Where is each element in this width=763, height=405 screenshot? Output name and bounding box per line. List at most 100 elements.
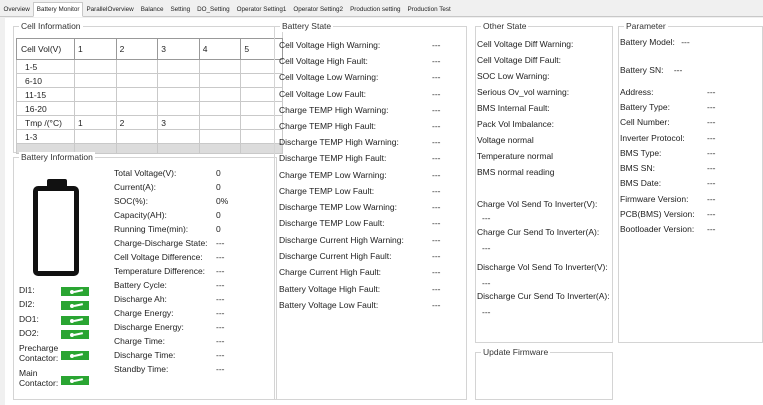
battery-state-row: Discharge Current High Warning: ---	[279, 235, 441, 245]
tab-paralleloverview[interactable]: ParallelOverview	[83, 3, 137, 16]
other-state-title: Other State	[481, 21, 529, 32]
cell-table-header: 2	[115, 38, 159, 60]
tab-operator-setting2[interactable]: Operator Setting2	[290, 3, 347, 16]
parameter-value: ---	[707, 87, 716, 97]
other-state-item: SOC Low Warning:	[477, 71, 550, 81]
tab-operator-setting1[interactable]: Operator Setting1	[233, 3, 290, 16]
parameter-label: Cell Number:	[620, 117, 670, 127]
tab-do-setting[interactable]: DO_Setting	[194, 3, 234, 16]
tab-setting[interactable]: Setting	[167, 3, 194, 16]
battery-state-row: Battery Voltage High Fault: ---	[279, 284, 441, 294]
battery-state-row: Cell Voltage High Fault: ---	[279, 56, 441, 66]
cell-table-cell	[157, 101, 200, 116]
battery-state-title: Battery State	[280, 21, 334, 32]
parameter-value: ---	[707, 117, 716, 127]
battery-info-value: 0	[216, 168, 221, 178]
battery-state-label: Charge TEMP High Fault:	[279, 121, 377, 131]
cell-table-cell	[198, 73, 242, 88]
battery-info-row: Charge Time: ---	[114, 336, 225, 346]
inverter-send-value: ---	[482, 213, 491, 223]
battery-state-label: Charge TEMP High Warning:	[279, 105, 389, 115]
io-label: DI1:	[19, 285, 35, 295]
parameter-value: ---	[707, 209, 716, 219]
tab-overview[interactable]: Overview	[0, 3, 33, 16]
battery-state-label: Cell Voltage Low Warning:	[279, 72, 379, 82]
battery-info-value: ---	[216, 294, 225, 304]
battery-info-label: Discharge Time:	[114, 350, 176, 360]
tab-balance[interactable]: Balance	[137, 3, 167, 16]
other-state-item: BMS Internal Fault:	[477, 103, 550, 113]
parameter-value: ---	[707, 148, 716, 158]
update-firmware-group: Update Firmware	[475, 347, 613, 400]
battery-state-value: ---	[432, 105, 441, 115]
update-firmware-title: Update Firmware	[481, 347, 551, 358]
cell-table-cell	[115, 87, 159, 102]
cell-table-cell	[198, 59, 242, 74]
other-state-item: Temperature normal	[477, 151, 554, 161]
cell-table-cell: 6-10	[16, 73, 75, 88]
tab-production-setting[interactable]: Production setting	[347, 3, 404, 16]
tab-production-test[interactable]: Production Test	[404, 3, 454, 16]
parameter-row: Firmware Version: ---	[620, 194, 716, 204]
cell-table-cell	[198, 87, 242, 102]
battery-info-value: ---	[216, 322, 225, 332]
parameter-value: ---	[707, 178, 716, 188]
cell-table-cell: 11-15	[16, 87, 75, 102]
parameter-row: BMS SN: ---	[620, 163, 716, 173]
other-state-item: Serious Ov_vol warning:	[477, 87, 570, 97]
io-label: Main Contactor:	[19, 368, 59, 388]
cell-table-cell	[157, 73, 200, 88]
battery-info-value: ---	[216, 350, 225, 360]
cell-information-title: Cell Information	[19, 21, 83, 32]
other-state-item: Voltage normal	[477, 135, 534, 145]
cell-table-cell	[157, 87, 200, 102]
parameter-row: Bootloader Version: ---	[620, 224, 716, 234]
battery-info-value: ---	[216, 266, 225, 276]
parameter-value: ---	[707, 102, 716, 112]
inverter-send-value: ---	[482, 243, 491, 253]
battery-icon	[33, 186, 79, 276]
battery-sn-label: Battery SN:	[620, 65, 664, 75]
cell-table-header: 3	[157, 38, 200, 60]
battery-info-label: Charge Time:	[114, 336, 166, 346]
battery-info-row: Charge-Discharge State: ---	[114, 238, 225, 248]
battery-state-value: ---	[432, 218, 441, 228]
cell-table-row: Tmp /(°C) 1 2 3	[16, 115, 283, 130]
cell-table-cell	[115, 73, 159, 88]
toggle-switch-icon	[61, 287, 89, 296]
battery-info-value: ---	[216, 308, 225, 318]
parameter-value: ---	[707, 194, 716, 204]
switch-lever	[73, 318, 84, 322]
battery-state-value: ---	[432, 186, 441, 196]
tab-battery-monitor[interactable]: Battery Monitor	[33, 2, 83, 17]
battery-state-label: Discharge Current High Warning:	[279, 235, 404, 245]
cell-table-row: 1-5	[16, 59, 283, 74]
battery-state-row: Cell Voltage High Warning: ---	[279, 40, 441, 50]
cell-table-cell	[198, 101, 242, 116]
cell-table-header: 4	[198, 38, 242, 60]
cell-table-cell	[115, 59, 159, 74]
cell-table-cell	[74, 87, 117, 102]
battery-info-row: Temperature Difference: ---	[114, 266, 225, 276]
battery-info-row: Discharge Time: ---	[114, 350, 225, 360]
cell-table-cell: 16-20	[16, 101, 75, 116]
inverter-send-value: ---	[482, 278, 491, 288]
battery-state-row: Discharge TEMP High Warning: ---	[279, 137, 441, 147]
battery-info-value: 0	[216, 224, 221, 234]
battery-sn-value: ---	[673, 65, 683, 75]
battery-info-row: Discharge Energy: ---	[114, 322, 225, 332]
battery-state-label: Charge Current High Fault:	[279, 267, 382, 277]
parameter-label: BMS SN:	[620, 163, 655, 173]
switch-lever	[73, 332, 84, 336]
battery-monitor-panel: Cell Information Cell Vol(V) 1 2 3 4 5 1-5 6-10…	[5, 18, 763, 405]
battery-info-row: Battery Cycle: ---	[114, 280, 225, 290]
battery-state-value: ---	[432, 170, 441, 180]
parameter-row: Cell Number: ---	[620, 117, 716, 127]
cell-table-footer-cell	[157, 143, 200, 154]
battery-state-label: Discharge TEMP Low Fault:	[279, 218, 385, 228]
cell-table-cell	[74, 129, 117, 144]
battery-info-row: Discharge Ah: ---	[114, 294, 225, 304]
cell-table-cell: 3	[157, 115, 200, 130]
io-label: DI2:	[19, 299, 35, 309]
battery-state-label: Discharge TEMP High Fault:	[279, 153, 387, 163]
